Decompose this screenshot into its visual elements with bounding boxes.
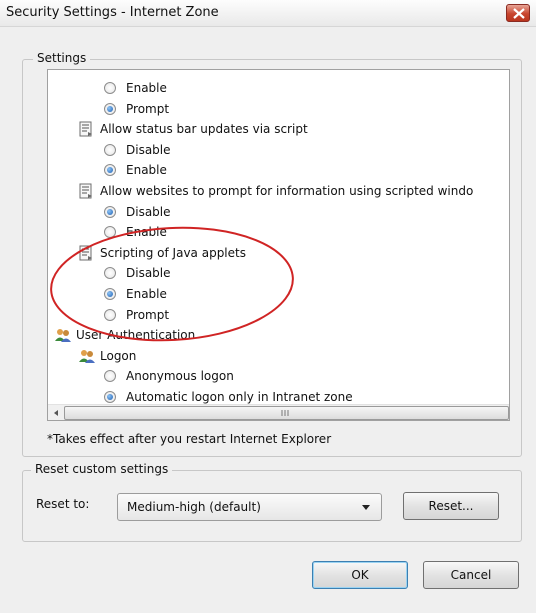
row-label: Scripting of Java applets bbox=[100, 245, 246, 260]
radio-button[interactable] bbox=[104, 370, 116, 383]
security-settings-dialog: Security Settings - Internet Zone Settin… bbox=[0, 0, 536, 613]
reset-level-dropdown[interactable]: Medium-high (default) bbox=[117, 493, 382, 521]
script-setting-icon bbox=[79, 121, 92, 137]
radio-button[interactable] bbox=[104, 82, 116, 94]
radio-button-checked[interactable] bbox=[104, 102, 116, 115]
reset-to-label: Reset to: bbox=[36, 497, 89, 511]
radio-button-checked[interactable] bbox=[104, 164, 116, 177]
reset-to-label-text: Reset to: bbox=[36, 497, 90, 511]
radio-button[interactable] bbox=[104, 143, 116, 156]
row-label: Allow websites to prompt for information… bbox=[100, 184, 474, 198]
chevron-down-icon bbox=[362, 505, 370, 510]
restart-note: *Takes effect after you restart Internet… bbox=[47, 432, 332, 446]
row-label: Enable bbox=[126, 225, 167, 240]
row-label: Enable bbox=[126, 163, 167, 178]
close-icon bbox=[513, 8, 525, 19]
row-label: Allow status bar updates via script bbox=[100, 122, 308, 137]
row-label: Disable bbox=[126, 266, 171, 281]
row-label: Anonymous logon bbox=[126, 369, 234, 384]
row-label: Disable bbox=[126, 204, 171, 219]
row-label: Disable bbox=[126, 142, 171, 157]
users-icon bbox=[55, 329, 71, 343]
grip-icon bbox=[281, 410, 289, 416]
radio-button-checked[interactable] bbox=[104, 391, 116, 403]
reset-button[interactable]: Reset... bbox=[403, 492, 499, 520]
horizontal-scrollbar[interactable] bbox=[48, 404, 510, 421]
reset-level-value: Medium-high (default) bbox=[127, 500, 261, 514]
radio-button[interactable] bbox=[104, 226, 116, 239]
users-icon bbox=[79, 349, 95, 363]
horizontal-scroll-thumb[interactable] bbox=[64, 406, 509, 420]
settings-list[interactable]: Enable Prompt Allow status bar updates via… bbox=[47, 69, 510, 421]
reset-group-label: Reset custom settings bbox=[31, 462, 173, 476]
radio-button[interactable] bbox=[104, 267, 116, 280]
cancel-button[interactable]: Cancel bbox=[423, 561, 519, 589]
row-label: Logon bbox=[100, 348, 137, 363]
ok-button[interactable]: OK bbox=[312, 561, 408, 589]
radio-button-checked[interactable] bbox=[104, 288, 116, 300]
title-bar[interactable]: Security Settings - Internet Zone bbox=[0, 0, 536, 27]
window-title: Security Settings - Internet Zone bbox=[6, 5, 219, 20]
row-label: Enable bbox=[126, 287, 167, 301]
radio-button-checked[interactable] bbox=[104, 205, 116, 218]
scroll-right-arrow-icon[interactable] bbox=[509, 405, 510, 421]
script-setting-icon bbox=[79, 245, 92, 261]
scroll-left-arrow-icon[interactable] bbox=[48, 405, 64, 421]
row-label: User Authentication bbox=[76, 328, 196, 343]
close-button[interactable] bbox=[506, 4, 530, 22]
settings-group-label: Settings bbox=[33, 51, 91, 65]
row-label: Enable bbox=[126, 81, 167, 95]
script-setting-icon bbox=[79, 183, 92, 199]
row-label: Prompt bbox=[126, 101, 170, 116]
radio-button[interactable] bbox=[104, 308, 116, 321]
row-label: Prompt bbox=[126, 307, 170, 322]
